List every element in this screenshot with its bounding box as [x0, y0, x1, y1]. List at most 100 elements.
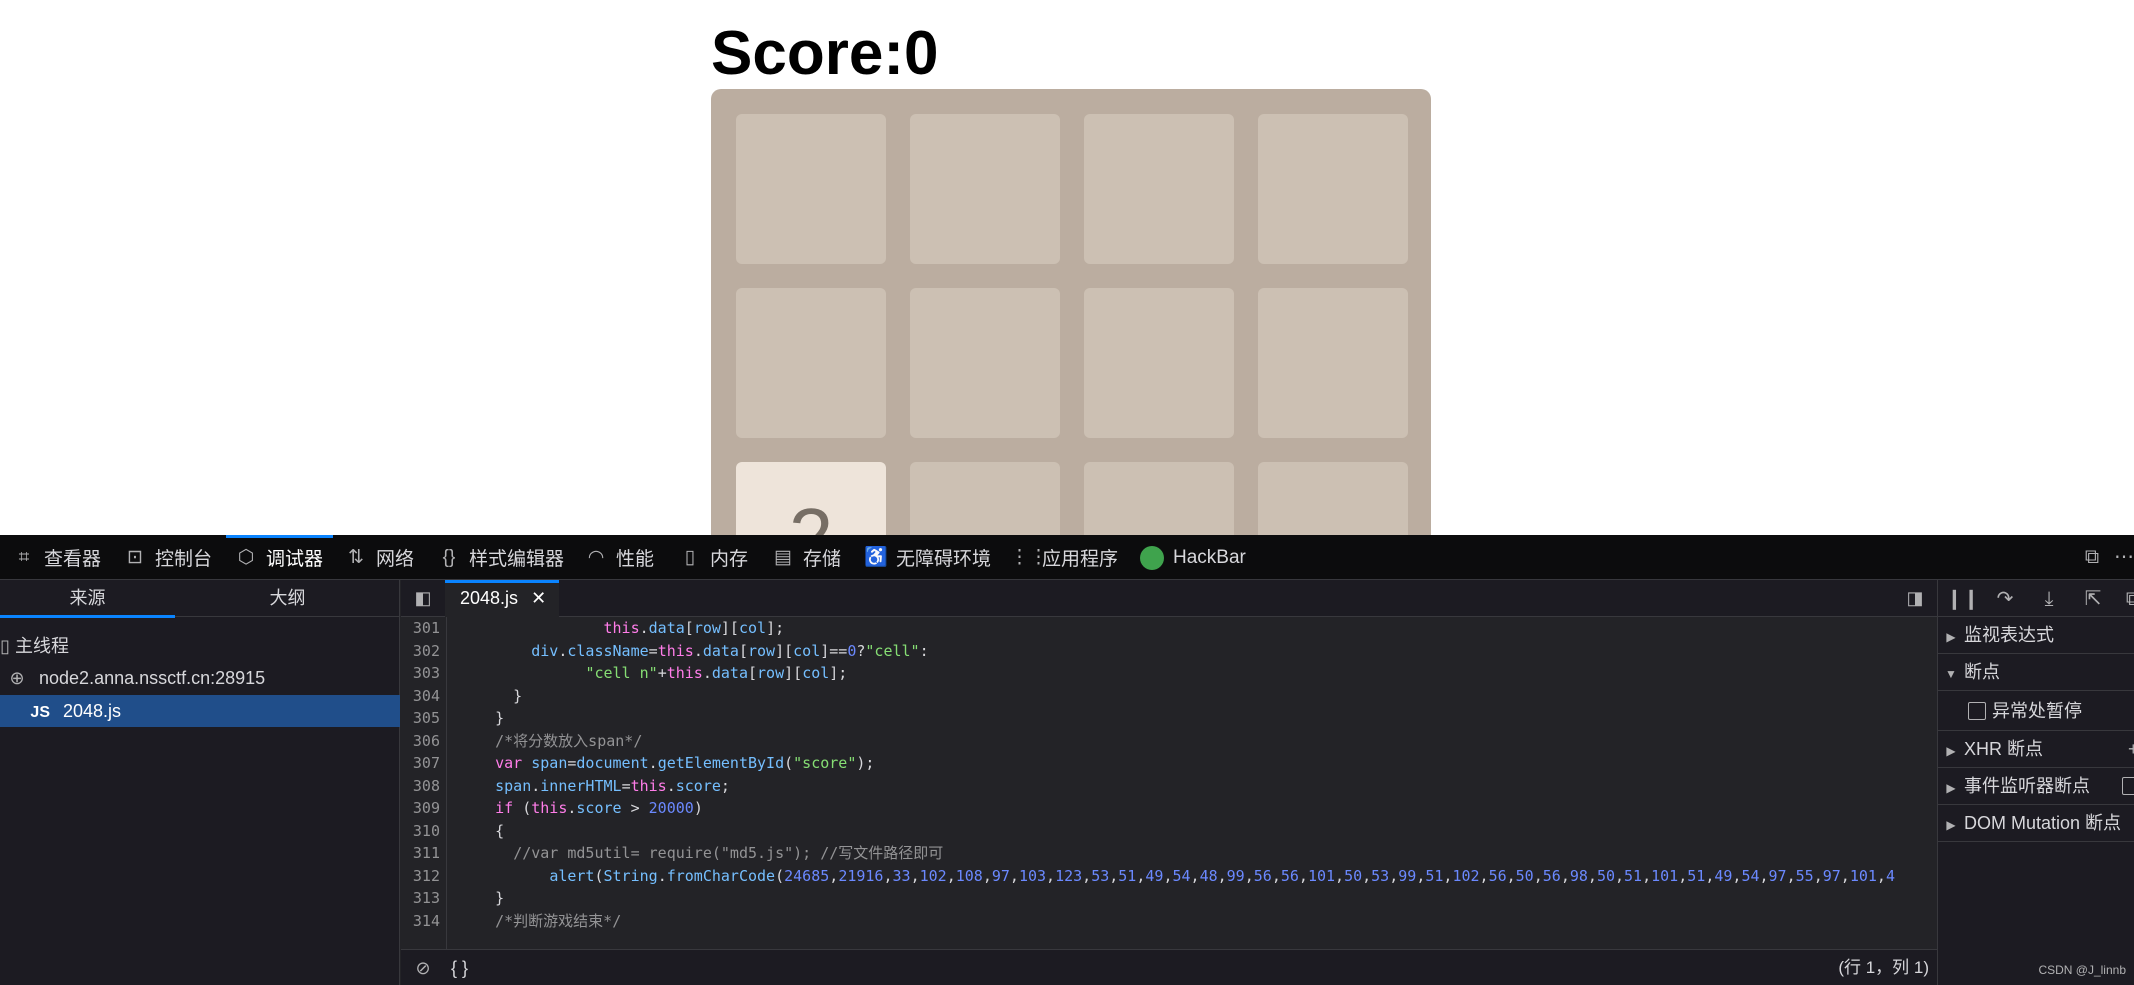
breakpoints-section[interactable]: ▼ 断点: [1938, 654, 2134, 691]
tab-accessibility[interactable]: ♿ 无障碍环境: [864, 535, 991, 580]
tab-sources[interactable]: 来源: [0, 580, 175, 618]
event-listener-breakpoints-section[interactable]: ▶ 事件监听器断点: [1938, 768, 2134, 805]
tab-debugger[interactable]: ⬡ 调试器: [225, 535, 334, 580]
line-number[interactable]: 310: [401, 820, 440, 843]
section-label: XHR 断点: [1964, 739, 2044, 759]
line-number[interactable]: 304: [401, 685, 440, 708]
code-line[interactable]: /*判断游戏结束*/: [447, 910, 1937, 933]
section-label: DOM Mutation 断点: [1964, 813, 2122, 833]
more-options-icon[interactable]: ⋯: [2112, 545, 2134, 569]
line-number[interactable]: 309: [401, 797, 440, 820]
line-number[interactable]: 312: [401, 865, 440, 888]
debugger-controls: ❙❙ ↷ ⤓ ⇱ ⧉: [1938, 580, 2134, 617]
section-label: 事件监听器断点: [1964, 776, 2090, 796]
tab-network[interactable]: ⇅ 网络: [344, 535, 414, 580]
watch-expressions-section[interactable]: ▶ 监视表达式: [1938, 617, 2134, 654]
code-editor[interactable]: 301 302 303 304 305 306 307 308 309 310 …: [401, 617, 1937, 949]
line-number[interactable]: 308: [401, 775, 440, 798]
code-line[interactable]: /*将分数放入span*/: [447, 730, 1937, 753]
pause-icon[interactable]: ❙❙: [1946, 586, 1980, 612]
editor-tabs: ◧ 2048.js ✕ ◨: [401, 580, 1937, 617]
step-out-icon[interactable]: ⇱: [2080, 586, 2106, 612]
close-icon[interactable]: ✕: [531, 588, 546, 608]
code-line[interactable]: this.data[row][col];: [447, 617, 1937, 640]
code-line[interactable]: {: [447, 820, 1937, 843]
devtools-panel: ⌗ 查看器 ⊡ 控制台 ⬡ 调试器 ⇅ 网络 {} 样式编辑器 ◠ 性能 ▯ 内…: [0, 535, 2134, 985]
line-number[interactable]: 313: [401, 887, 440, 910]
sources-pane: 来源 大纲 ▯ 主线程 ⊕ node2.anna.nssctf.cn:28915…: [0, 580, 400, 985]
board-cell: [910, 462, 1060, 535]
line-number[interactable]: 305: [401, 707, 440, 730]
deactivate-breakpoints-icon[interactable]: ⧉: [2120, 586, 2134, 612]
tab-inspector[interactable]: ⌗ 查看器: [12, 535, 101, 580]
xhr-breakpoints-section[interactable]: ▶ XHR 断点 +: [1938, 731, 2134, 768]
console-icon: ⊡: [127, 546, 143, 568]
game-board: 2: [711, 89, 1431, 535]
tab-application[interactable]: ⋮⋮ 应用程序: [1010, 535, 1118, 580]
responsive-design-icon[interactable]: ⧉: [2080, 545, 2104, 569]
performance-icon: ◠: [587, 546, 605, 568]
add-icon[interactable]: +: [2128, 731, 2134, 768]
application-icon: ⋮⋮: [1010, 546, 1048, 568]
board-cell: [736, 114, 886, 264]
line-number[interactable]: 302: [401, 640, 440, 663]
tab-performance[interactable]: ◠ 性能: [584, 535, 654, 580]
line-number[interactable]: 307: [401, 752, 440, 775]
score-heading: Score:0: [711, 19, 939, 88]
js-file-icon: JS: [30, 704, 50, 721]
tab-console[interactable]: ⊡ 控制台: [123, 535, 212, 580]
tab-label: 存储: [803, 549, 842, 570]
code-line[interactable]: }: [447, 685, 1937, 708]
tree-label: 主线程: [15, 636, 70, 656]
code-line[interactable]: div.className=this.data[row][col]==0?"ce…: [447, 640, 1937, 663]
tree-file-2048js[interactable]: JS 2048.js: [0, 695, 400, 727]
step-over-icon[interactable]: ↷: [1992, 586, 2018, 612]
tab-label: 性能: [616, 549, 655, 570]
pretty-print-button[interactable]: { }: [451, 956, 468, 980]
watermark: CSDN @J_linnb: [2038, 963, 2126, 977]
section-label: 监视表达式: [1964, 625, 2054, 645]
event-listener-checkbox[interactable]: [2122, 777, 2134, 795]
line-number[interactable]: 314: [401, 910, 440, 933]
accessibility-icon: ♿: [864, 546, 888, 568]
pause-on-exceptions-checkbox[interactable]: [1968, 702, 1986, 720]
tab-memory[interactable]: ▯ 内存: [678, 535, 748, 580]
code-line[interactable]: alert(String.fromCharCode(24685,21916,33…: [447, 865, 1937, 888]
board-cell: [1258, 462, 1408, 535]
code-line[interactable]: "cell n"+this.data[row][col];: [447, 662, 1937, 685]
game-page: Score:0 2: [0, 0, 2134, 535]
tab-storage[interactable]: ▤ 存储: [771, 535, 841, 580]
tab-label: 内存: [710, 549, 749, 570]
tab-label: 应用程序: [1042, 549, 1119, 570]
line-number[interactable]: 303: [401, 662, 440, 685]
tab-hackbar[interactable]: HackBar: [1140, 535, 1246, 580]
line-number[interactable]: 306: [401, 730, 440, 753]
line-number[interactable]: 301: [401, 617, 440, 640]
file-tab-label: 2048.js: [460, 588, 519, 608]
tree-host[interactable]: ⊕ node2.anna.nssctf.cn:28915: [0, 662, 400, 694]
disable-breakpoints-icon[interactable]: ⊘: [411, 956, 435, 980]
editor-pane: ◧ 2048.js ✕ ◨ 301 302 303 304 305 306 30…: [401, 580, 1937, 985]
tab-label: 控制台: [155, 549, 213, 570]
hackbar-icon: [1140, 545, 1164, 570]
editor-file-tab[interactable]: 2048.js ✕: [445, 580, 559, 617]
devtools-toolbar: ⌗ 查看器 ⊡ 控制台 ⬡ 调试器 ⇅ 网络 {} 样式编辑器 ◠ 性能 ▯ 内…: [0, 535, 2134, 580]
code-line[interactable]: //var md5util= require("md5.js"); //写文件路…: [447, 842, 1937, 865]
tree-main-thread[interactable]: ▯ 主线程: [0, 630, 400, 662]
code-line[interactable]: }: [447, 887, 1937, 910]
line-number[interactable]: 311: [401, 842, 440, 865]
code-line[interactable]: }: [447, 707, 1937, 730]
board-cell: [1084, 114, 1234, 264]
tab-outline[interactable]: 大纲: [200, 580, 375, 617]
board-cell: [910, 288, 1060, 438]
code-line[interactable]: span.innerHTML=this.score;: [447, 775, 1937, 798]
expand-icon: ▶: [1946, 630, 1956, 644]
step-in-icon[interactable]: ⤓: [2036, 586, 2062, 612]
pause-on-exceptions-row[interactable]: 异常处暂停: [1938, 691, 2134, 731]
toggle-sources-icon[interactable]: ◧: [411, 586, 435, 610]
code-line[interactable]: var span=document.getElementById("score"…: [447, 752, 1937, 775]
tab-style-editor[interactable]: {} 样式编辑器: [437, 535, 564, 580]
toggle-side-pane-icon[interactable]: ◨: [1903, 586, 1927, 610]
dom-mutation-breakpoints-section[interactable]: ▶ DOM Mutation 断点: [1938, 805, 2134, 842]
code-line[interactable]: if (this.score > 20000): [447, 797, 1937, 820]
